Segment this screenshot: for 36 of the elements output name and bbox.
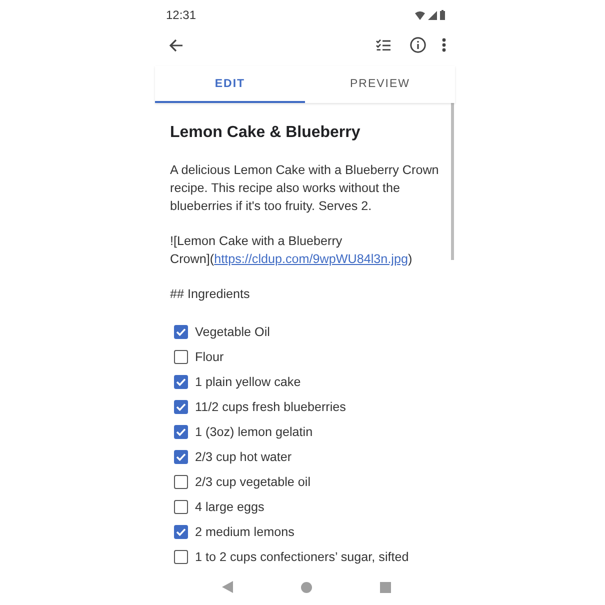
checkbox[interactable]: [174, 400, 188, 414]
image-link[interactable]: https://cldup.com/9wpWU84l3n.jpg: [214, 252, 408, 266]
checklist-label: 2/3 cup hot water: [195, 450, 292, 464]
checkbox[interactable]: [174, 550, 188, 564]
checklist-label: 1 plain yellow cake: [195, 374, 301, 388]
battery-icon: [440, 10, 445, 20]
checklist-label: 1 to 2 cups confectioners’ sugar, sifted: [195, 550, 409, 564]
checkbox[interactable]: [174, 500, 188, 514]
checklist-label: 1 (3oz) lemon gelatin: [195, 424, 313, 438]
nav-home-icon[interactable]: [300, 582, 312, 592]
status-time: 12:31: [166, 8, 196, 22]
checklist-label: 4 large eggs: [195, 500, 264, 514]
signal-icon: [428, 10, 437, 20]
checkbox[interactable]: [174, 350, 188, 364]
tab[interactable]: PREVIEW: [305, 66, 455, 103]
checklist-label: 2/3 cup vegetable oil: [195, 474, 311, 488]
info-icon[interactable]: [409, 36, 427, 54]
checkbox[interactable]: [174, 524, 188, 538]
more-options-icon[interactable]: [441, 36, 447, 54]
tab[interactable]: EDIT: [155, 66, 305, 103]
checkbox[interactable]: [174, 424, 188, 438]
checkbox[interactable]: [174, 450, 188, 464]
checklist-label: 11/2 cups fresh blueberries: [195, 400, 346, 414]
note-title: Lemon Cake & Blueberry: [170, 123, 362, 143]
image-markdown-text: ![Lemon Cake with a Blueberry Crown](https://cldup.com/9wpWU84l3n.jpg): [170, 233, 414, 268]
checklist-label: Vegetable Oil: [195, 324, 270, 338]
wifi-icon: [415, 10, 425, 20]
checkbox[interactable]: [174, 374, 188, 388]
description-text: A delicious Lemon Cake with a Blueberry Crown recipe. This recipe also works without the blueberries if it's too fruity. Serves 2.: [170, 162, 440, 215]
nav-recents-icon[interactable]: [380, 582, 390, 592]
nav-back-icon[interactable]: [222, 581, 232, 593]
checkbox[interactable]: [174, 474, 188, 488]
checkbox[interactable]: [174, 324, 188, 338]
section-heading: ## Ingredients: [170, 286, 251, 303]
checklist-label: Flour: [195, 350, 224, 364]
checklist-label: 2 medium lemons: [195, 524, 294, 538]
